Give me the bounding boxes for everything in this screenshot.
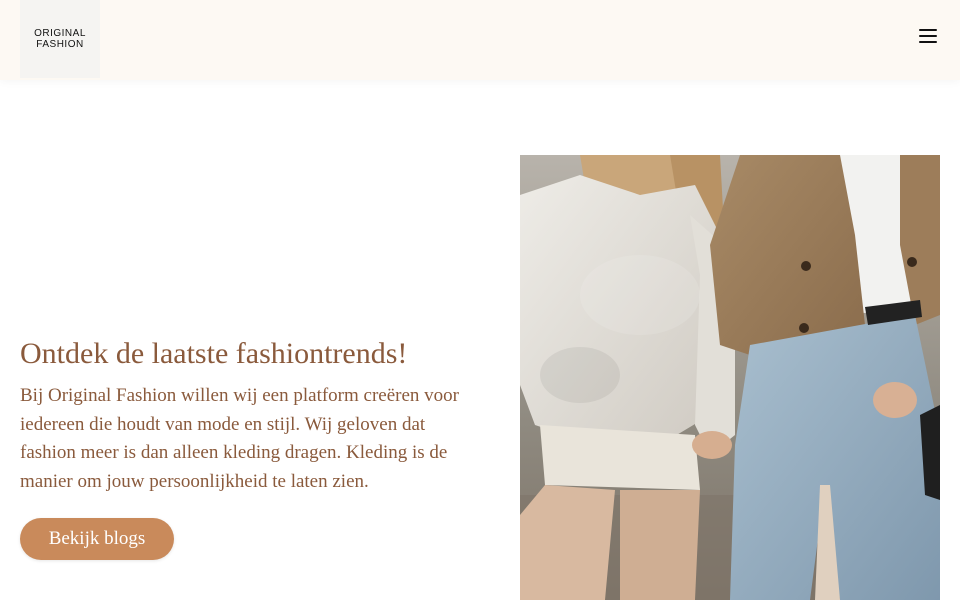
hero-photo-illustration (520, 155, 940, 600)
menu-bar (919, 35, 937, 37)
hero-title: Ontdek de laatste fashiontrends! (20, 337, 408, 370)
menu-bar (919, 41, 937, 43)
hamburger-menu-icon[interactable] (912, 22, 944, 50)
site-header: ORIGINAL FASHION (0, 0, 960, 80)
logo[interactable]: ORIGINAL FASHION (20, 0, 100, 78)
menu-bar (919, 29, 937, 31)
hero-description: Bij Original Fashion willen wij een plat… (20, 385, 459, 492)
logo-line-fashion: FASHION (36, 39, 84, 50)
logo-line-original: ORIGINAL (34, 28, 86, 39)
view-blogs-button[interactable]: Bekijk blogs (20, 518, 174, 560)
hero-photo (520, 155, 940, 600)
